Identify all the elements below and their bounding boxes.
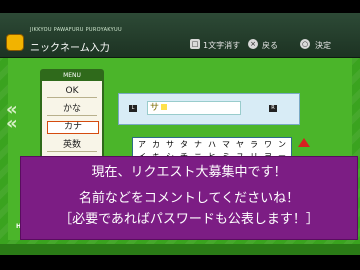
menu-item-hiragana[interactable]: かな (47, 103, 97, 116)
cursor-icon (161, 104, 168, 110)
cross-button-icon: × (248, 39, 258, 49)
menu-item-katakana[interactable]: カナ (47, 121, 99, 134)
kana-key[interactable]: ア (135, 140, 149, 150)
caption-line-2: 名前などをコメントしてくださいね！ (78, 191, 300, 206)
screen-title: ニックネーム入力 (30, 43, 110, 54)
r-button-tag[interactable]: R (269, 105, 277, 112)
kana-key[interactable]: タ (177, 140, 191, 150)
square-button-icon: □ (190, 39, 200, 49)
l-button-tag[interactable]: L (129, 105, 137, 112)
kana-key[interactable]: ナ (191, 140, 205, 150)
kana-key[interactable]: ラ (247, 140, 261, 150)
menu-header: MENU (42, 71, 102, 81)
bottom-bar (0, 244, 360, 255)
menu-item-alphanumeric[interactable]: 英数 (47, 139, 97, 152)
up-arrow-icon[interactable] (298, 138, 310, 147)
hint-back: 戻る (262, 41, 278, 50)
caption-overlay: 現在、リクエスト大募集中です！ 名前などをコメントしてくださいね！ ［必要であれ… (20, 156, 358, 240)
hint-confirm: 決定 (315, 41, 331, 50)
kana-row: アカサタナハマヤラワン (135, 140, 289, 150)
header-bar: JIKKYOU PAWAFURU PUROYAKYUU ニックネーム入力 □ 1… (0, 13, 360, 58)
game-logo (6, 34, 24, 51)
kana-key[interactable]: ハ (205, 140, 219, 150)
kana-key[interactable]: ワ (261, 140, 275, 150)
caption-line-1: 現在、リクエスト大募集中です！ (91, 165, 287, 180)
name-value: サ (150, 103, 160, 113)
caption-line-3: ［必要であればパスワードも公表します！］ (59, 212, 319, 227)
menu-item-ok[interactable]: OK (47, 85, 97, 98)
name-input-box: L サ R (118, 93, 300, 125)
hint-delete-char: 1文字消す (203, 41, 241, 50)
circle-button-icon: ○ (300, 39, 310, 49)
kana-key[interactable]: サ (163, 140, 177, 150)
chevron-left-icon: «« (6, 99, 18, 134)
name-input-field[interactable]: サ (147, 101, 241, 115)
kana-key[interactable]: カ (149, 140, 163, 150)
series-label: JIKKYOU PAWAFURU PUROYAKYUU (30, 27, 122, 33)
kana-key[interactable]: ン (275, 140, 289, 150)
kana-key[interactable]: ヤ (233, 140, 247, 150)
game-screen: JIKKYOU PAWAFURU PUROYAKYUU ニックネーム入力 □ 1… (0, 13, 360, 255)
kana-key[interactable]: マ (219, 140, 233, 150)
